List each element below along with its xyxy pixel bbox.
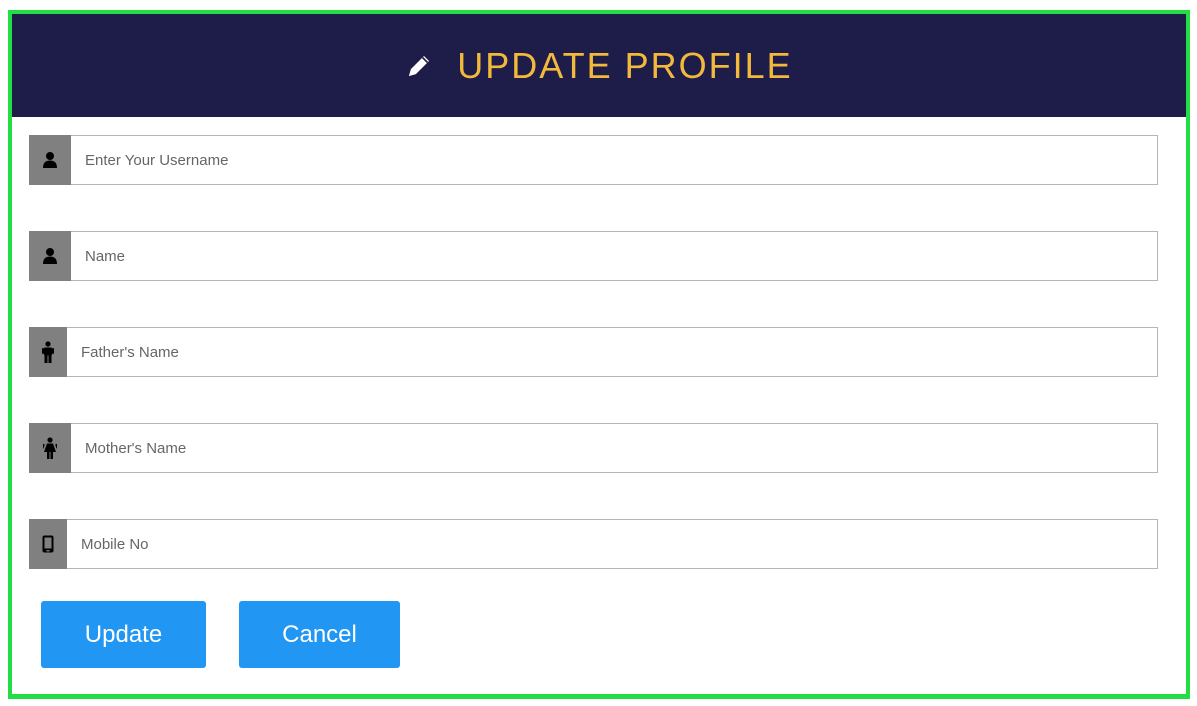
user-icon	[29, 135, 71, 185]
username-field[interactable]	[71, 135, 1158, 185]
name-row	[29, 231, 1158, 281]
mobile-field[interactable]	[67, 519, 1158, 569]
male-icon	[29, 327, 67, 377]
mobile-icon	[29, 519, 67, 569]
update-button[interactable]: Update	[41, 601, 206, 668]
mothers-name-field[interactable]	[71, 423, 1158, 473]
pencil-icon	[405, 52, 433, 80]
user-icon	[29, 231, 71, 281]
username-row	[29, 135, 1158, 185]
mobile-row	[29, 519, 1158, 569]
female-icon	[29, 423, 71, 473]
page-title: UPDATE PROFILE	[457, 44, 793, 86]
fathers-name-row	[29, 327, 1158, 377]
panel-header: UPDATE PROFILE	[12, 14, 1186, 117]
cancel-button[interactable]: Cancel	[239, 601, 400, 668]
fathers-name-field[interactable]	[67, 327, 1158, 377]
name-field[interactable]	[71, 231, 1158, 281]
mothers-name-row	[29, 423, 1158, 473]
